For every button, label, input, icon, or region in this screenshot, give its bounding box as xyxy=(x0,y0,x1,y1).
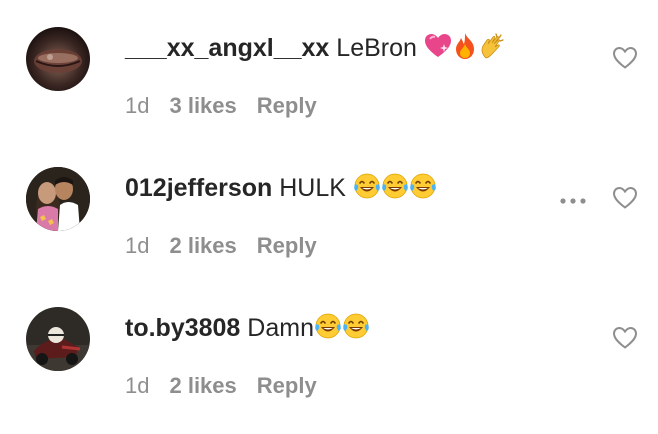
reply-button[interactable]: Reply xyxy=(257,373,317,398)
likes-count-button[interactable]: 2 likes xyxy=(169,373,236,398)
reply-button[interactable]: Reply xyxy=(257,93,317,118)
comment-text: Damn xyxy=(247,314,314,342)
likes-count-button[interactable]: 2 likes xyxy=(169,233,236,258)
comment-time: 1d xyxy=(125,93,150,118)
clapping-hands-emoji xyxy=(478,32,506,60)
tears-of-joy-emoji xyxy=(409,172,437,200)
heart-outline-icon[interactable] xyxy=(612,326,640,352)
more-options-icon[interactable] xyxy=(557,194,589,206)
tears-of-joy-emoji xyxy=(353,172,381,200)
sparkling-heart-emoji xyxy=(424,32,452,60)
comment-username[interactable]: 012jefferson xyxy=(125,174,272,202)
comment-time: 1d xyxy=(125,233,150,258)
comment-line: ___xx_angxl__xx LeBron xyxy=(125,32,506,63)
comment-text: LeBron xyxy=(336,34,417,62)
comment-item: to.by3808 Damn 1d 2 likes Reply xyxy=(0,280,658,400)
fire-emoji xyxy=(452,32,478,60)
avatar[interactable] xyxy=(26,307,90,371)
avatar[interactable] xyxy=(26,27,90,91)
heart-outline-icon[interactable] xyxy=(612,46,640,72)
comment-line: 012jefferson HULK xyxy=(125,172,437,203)
tears-of-joy-emoji xyxy=(314,312,342,340)
comment-meta: 1d 2 likes Reply xyxy=(125,373,337,399)
heart-outline-icon[interactable] xyxy=(612,186,640,212)
comment-line: to.by3808 Damn xyxy=(125,312,370,343)
comment-meta: 1d 2 likes Reply xyxy=(125,233,337,259)
tears-of-joy-emoji xyxy=(342,312,370,340)
comment-item: ___xx_angxl__xx LeBron 1d 3 likes Reply xyxy=(0,0,658,120)
comment-username[interactable]: ___xx_angxl__xx xyxy=(125,34,329,62)
comment-text: HULK xyxy=(279,174,346,202)
avatar[interactable] xyxy=(26,167,90,231)
comment-item: 012jefferson HULK 1d 2 likes Reply xyxy=(0,140,658,260)
comment-username[interactable]: to.by3808 xyxy=(125,314,240,342)
comment-meta: 1d 3 likes Reply xyxy=(125,93,337,119)
tears-of-joy-emoji xyxy=(381,172,409,200)
comment-time: 1d xyxy=(125,373,150,398)
reply-button[interactable]: Reply xyxy=(257,233,317,258)
likes-count-button[interactable]: 3 likes xyxy=(169,93,236,118)
